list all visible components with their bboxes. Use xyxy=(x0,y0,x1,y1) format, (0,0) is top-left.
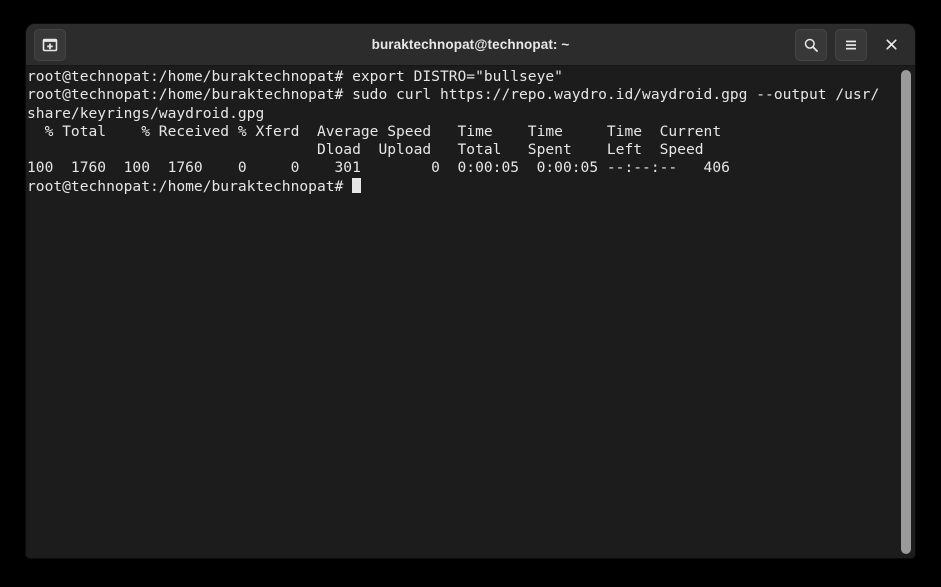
hamburger-menu-icon xyxy=(843,37,859,53)
terminal-line: share/keyrings/waydroid.gpg xyxy=(27,104,265,122)
terminal-line: % Total % Received % Xferd Average Speed… xyxy=(27,122,722,140)
new-terminal-button[interactable] xyxy=(34,28,66,61)
new-terminal-icon xyxy=(42,37,58,53)
terminal-output-area[interactable]: root@technopat:/home/buraktechnopat# exp… xyxy=(26,66,915,558)
scrollbar-thumb[interactable] xyxy=(901,70,911,554)
terminal-line: Dload Upload Total Spent Left Speed xyxy=(27,141,704,159)
close-icon xyxy=(884,37,899,52)
search-icon xyxy=(803,37,819,53)
terminal-prompt-line: root@technopat:/home/buraktechnopat# xyxy=(27,177,353,195)
terminal-text[interactable]: root@technopat:/home/buraktechnopat# exp… xyxy=(27,68,915,196)
terminal-line: root@technopat:/home/buraktechnopat# sud… xyxy=(27,86,880,104)
text-cursor xyxy=(352,177,361,193)
terminal-line: 100 1760 100 1760 0 0 301 0 0:00:05 0:00… xyxy=(27,159,730,177)
title-bar: buraktechnopat@technopat: ~ xyxy=(26,24,915,66)
search-button[interactable] xyxy=(795,28,827,61)
menu-button[interactable] xyxy=(835,28,867,61)
terminal-line: root@technopat:/home/buraktechnopat# exp… xyxy=(27,68,563,85)
window-title: buraktechnopat@technopat: ~ xyxy=(371,37,570,52)
close-button[interactable] xyxy=(875,29,907,61)
terminal-scrollbar[interactable] xyxy=(899,66,913,558)
terminal-window: buraktechnopat@technopat: ~ root@technop… xyxy=(26,24,915,558)
